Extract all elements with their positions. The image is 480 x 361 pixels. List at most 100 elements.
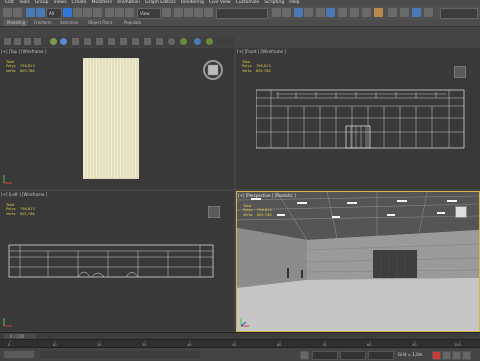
tab-populate[interactable]: Populate (124, 20, 141, 26)
selection-filter-value: All (49, 11, 54, 16)
stats-polys: Polys: 796,813 (6, 64, 35, 69)
curve-editor-icon[interactable] (316, 8, 325, 17)
teapot-icon[interactable] (180, 38, 187, 45)
lock-selection-icon[interactable] (300, 351, 309, 360)
perspective-hall-render (237, 192, 479, 331)
modify-icon[interactable] (14, 38, 21, 45)
particle-icon[interactable] (194, 38, 201, 45)
render-iterative-icon[interactable] (388, 8, 397, 17)
left-view-hall-wireframe (8, 244, 214, 278)
tab-modeling[interactable]: Modeling (4, 20, 29, 26)
viewcube-icon[interactable] (208, 206, 220, 218)
helpers-icon[interactable] (108, 38, 115, 45)
viewport-left[interactable]: [+] [Left ] [Wireframe ] Total Polys: 79… (0, 191, 234, 331)
stats-verts: Verts: 605,786 (243, 212, 272, 217)
select-object-icon[interactable] (63, 8, 72, 17)
toggle-ribbon-icon[interactable] (304, 8, 313, 17)
auto-key-button[interactable] (432, 351, 441, 360)
named-selection-set-field[interactable] (216, 8, 268, 19)
render-setup-icon[interactable] (350, 8, 359, 17)
angle-snap-icon[interactable] (184, 8, 193, 17)
unlink-icon[interactable] (36, 8, 45, 17)
viewport-top[interactable]: [+] [Top ] [Wireframe ] Total Polys: 796… (0, 48, 234, 189)
viewport-top-label[interactable]: [+] [Top ] [Wireframe ] (1, 49, 46, 54)
status-bar: Grid = 1,0m (0, 347, 480, 361)
spinner-snap-icon[interactable] (204, 8, 213, 17)
set-key-button[interactable] (442, 351, 451, 360)
material-editor-icon[interactable] (338, 8, 347, 17)
workspace-dropdown[interactable] (440, 8, 478, 19)
viewport-perspective-label[interactable]: [+] [Perspective ] [Realistic ] (238, 193, 296, 198)
y-coordinate-field[interactable] (340, 351, 366, 360)
select-by-name-icon[interactable] (73, 8, 82, 17)
axis-tripod-icon (3, 318, 12, 327)
stats-polys: Polys: 796,813 (242, 64, 271, 69)
pivot-icon[interactable] (162, 8, 171, 17)
stats-verts: Verts: 605,786 (242, 68, 271, 73)
viewport-front-stats: Total Polys: 796,813 Verts: 605,786 (242, 60, 271, 73)
render-production-icon[interactable] (374, 8, 383, 17)
grid-size-label: Grid = 1,0m (398, 352, 423, 357)
axis-tripod-icon (240, 318, 249, 327)
cameras-icon[interactable] (96, 38, 103, 45)
material-icon[interactable] (206, 38, 213, 45)
play-icon[interactable] (452, 351, 461, 360)
standard-primitives-icon[interactable] (156, 38, 163, 45)
mirror-icon[interactable] (272, 8, 281, 17)
utilities-icon[interactable] (60, 38, 67, 45)
viewcube-icon[interactable] (454, 66, 466, 78)
display-icon[interactable] (50, 38, 57, 45)
align-icon[interactable] (282, 8, 291, 17)
viewport-front[interactable]: [+] [Front ] [Wireframe ] Total Polys: 7… (236, 48, 480, 189)
stats-polys: Polys: 796,813 (6, 207, 35, 212)
a360-gallery-icon[interactable] (424, 8, 433, 17)
stats-verts: Verts: 605,786 (6, 211, 35, 216)
rectangular-selection-icon[interactable] (83, 8, 92, 17)
render-in-cloud-icon[interactable] (412, 8, 421, 17)
move-icon[interactable] (105, 8, 114, 17)
undo-icon[interactable] (3, 8, 12, 17)
selection-filter-dropdown[interactable]: All (46, 8, 62, 19)
rendered-frame-window-icon[interactable] (362, 8, 371, 17)
x-coordinate-field[interactable] (312, 351, 338, 360)
percent-snap-icon[interactable] (194, 8, 203, 17)
viewport-perspective[interactable]: [+] [Perspective ] [Realistic ] Total Po… (236, 191, 480, 332)
viewport-perspective-stats: Total Polys: 796,813 Verts: 605,786 (243, 204, 272, 217)
link-icon[interactable] (26, 8, 35, 17)
schematic-view-icon[interactable] (326, 8, 335, 17)
redo-icon[interactable] (13, 8, 22, 17)
window-crossing-icon[interactable] (93, 8, 102, 17)
stats-polys: Polys: 796,813 (243, 208, 272, 213)
maxscript-listener-field[interactable] (4, 351, 34, 358)
motion-icon[interactable] (34, 38, 41, 45)
viewport-tools-strip (0, 37, 235, 47)
viewcube-icon[interactable] (201, 58, 225, 82)
create-icon[interactable] (4, 38, 11, 45)
scale-icon[interactable] (125, 8, 134, 17)
z-coordinate-field[interactable] (368, 351, 394, 360)
systems-icon[interactable] (132, 38, 139, 45)
geometry-icon[interactable] (144, 38, 151, 45)
viewport-left-label[interactable]: [+] [Left ] [Wireframe ] (1, 192, 47, 197)
prompt-line (40, 351, 200, 358)
lights-icon[interactable] (84, 38, 91, 45)
active-shade-icon[interactable] (400, 8, 409, 17)
rotate-icon[interactable] (115, 8, 124, 17)
layer-explorer-icon[interactable] (294, 8, 303, 17)
tab-selection[interactable]: Selection (60, 20, 78, 26)
top-view-hall-roof (83, 58, 139, 179)
zoom-extents-icon[interactable] (462, 351, 471, 360)
main-toolbar: All View (0, 6, 480, 21)
viewport-left-stats: Total Polys: 796,813 Verts: 605,786 (6, 203, 35, 216)
shapes-icon[interactable] (72, 38, 79, 45)
viewport-front-label[interactable]: [+] [Front ] [Wireframe ] (237, 49, 286, 54)
viewcube-icon[interactable] (455, 206, 467, 218)
hierarchy-icon[interactable] (24, 38, 31, 45)
snap-icon[interactable] (174, 8, 183, 17)
reference-coordinate-dropdown[interactable]: View (137, 8, 161, 19)
sphere-icon[interactable] (168, 38, 175, 45)
spacewarps-icon[interactable] (120, 38, 127, 45)
tab-freeform[interactable]: Freeform (34, 20, 52, 26)
stats-title: Total (243, 204, 252, 208)
tab-object-paint[interactable]: Object Paint (88, 20, 112, 26)
